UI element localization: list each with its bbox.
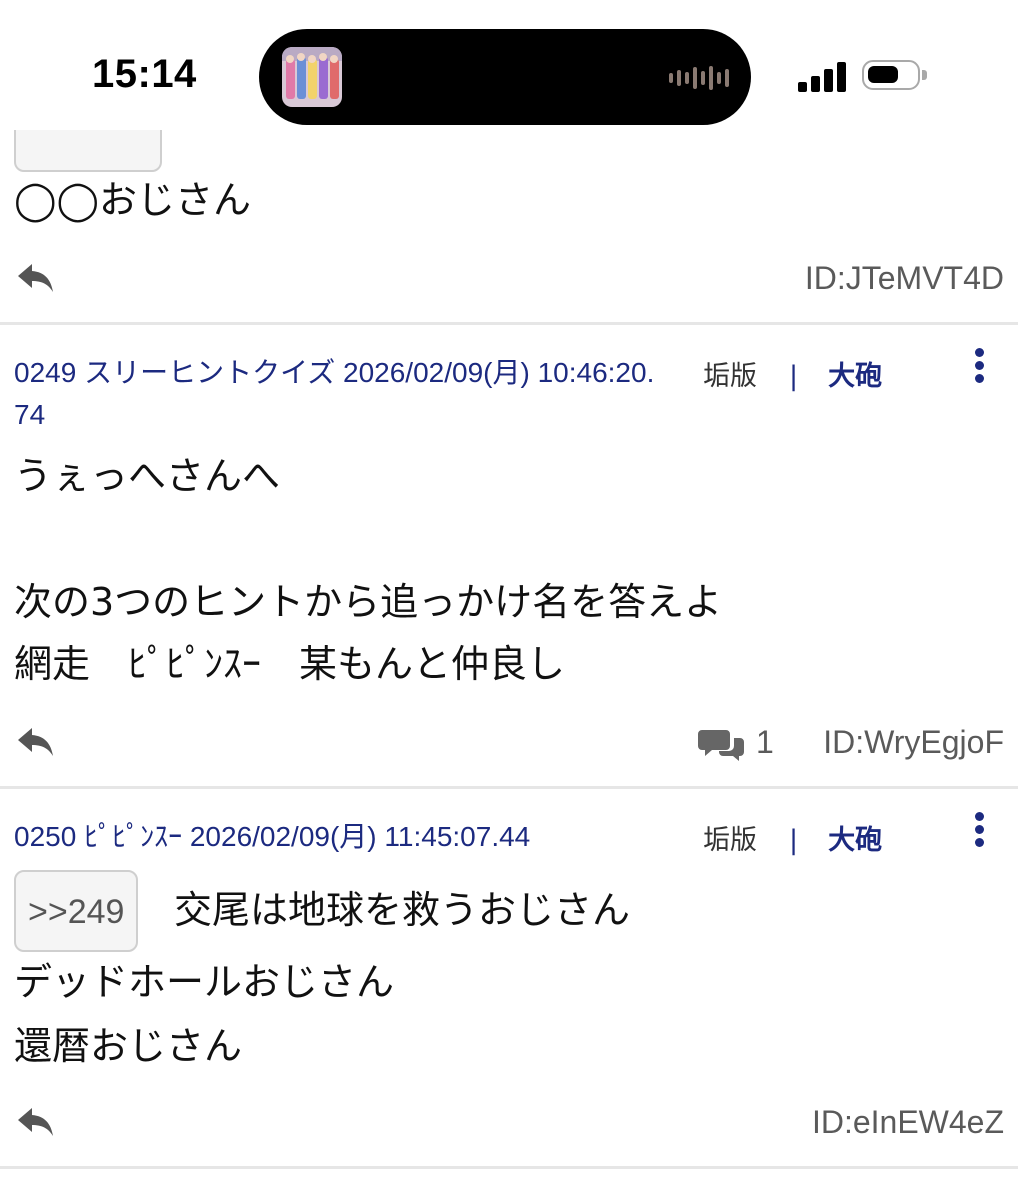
post-id[interactable]: ID:JTeMVT4D (805, 260, 1004, 297)
post-header[interactable]: 0250 ﾋﾟﾋﾟﾝｽｰ 2026/02/09(月) 11:45:07.44 (14, 816, 664, 858)
comments-count[interactable]: 1 (698, 724, 774, 764)
post-links: 垢版 | 大砲 (703, 354, 882, 393)
link-separator: | (789, 825, 799, 856)
album-art-icon[interactable] (282, 47, 342, 107)
comments-icon (698, 729, 744, 761)
post-id[interactable]: ID:eInEW4eZ (812, 1104, 1004, 1141)
battery-icon (862, 60, 927, 90)
post-links: 垢版 | 大砲 (703, 818, 882, 857)
status-bar: 15:14 (0, 0, 1018, 130)
dynamic-island[interactable] (259, 29, 751, 125)
taiho-link[interactable]: 大砲 (828, 825, 882, 856)
kaiban-link[interactable]: 垢版 (703, 361, 757, 392)
post-divider (0, 322, 1018, 325)
waveform-icon (669, 65, 729, 91)
post-divider (0, 786, 1018, 789)
post-body-line: 次の3つのヒントから追っかけ名を答えよ (14, 580, 723, 624)
post-body-line: 交尾は地球を救うおじさん (174, 888, 631, 932)
taiho-link[interactable]: 大砲 (828, 361, 882, 392)
more-menu-icon[interactable] (970, 348, 990, 384)
comments-count-value: 1 (756, 724, 774, 760)
post-body-line: ◯◯おじさん (14, 178, 252, 222)
reply-icon[interactable] (16, 724, 56, 760)
post-header[interactable]: 0249 スリーヒントクイズ 2026/02/09(月) 10:46:20.74 (14, 352, 664, 436)
more-menu-icon[interactable] (970, 812, 990, 848)
link-separator: | (789, 361, 799, 392)
post-body-line: うぇっへさんへ (14, 454, 281, 498)
post-body-line: デッドホールおじさん (14, 960, 395, 1004)
kaiban-link[interactable]: 垢版 (703, 825, 757, 856)
reply-icon[interactable] (16, 260, 56, 296)
cellular-signal-icon (798, 60, 848, 92)
reply-icon[interactable] (16, 1104, 56, 1140)
quote-anchor-button[interactable]: >>249 (14, 870, 139, 952)
post-id[interactable]: ID:WryEgjoF (823, 724, 1004, 761)
post-body-line: 還暦おじさん (14, 1024, 243, 1068)
quote-row: >>249 (14, 870, 139, 952)
post-divider (0, 1166, 1018, 1169)
post-body-line: 網走 ﾋﾟﾋﾟﾝｽｰ 某もんと仲良し (14, 642, 566, 686)
status-time: 15:14 (92, 52, 197, 96)
